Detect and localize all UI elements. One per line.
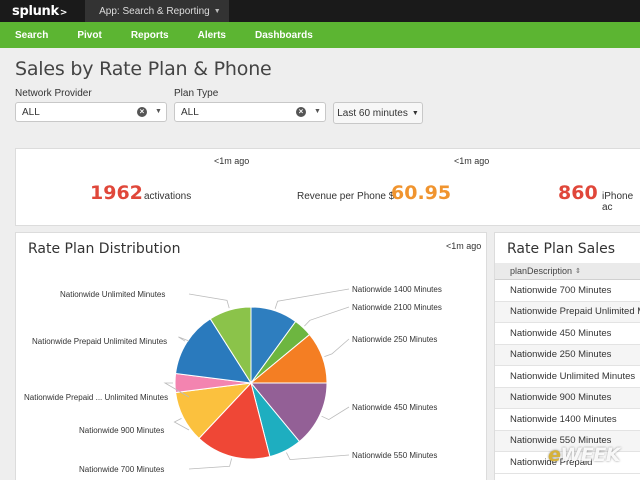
kpi-iphone-label: iPhone ac: [602, 191, 634, 213]
plan-type-label: Plan Type: [174, 88, 219, 99]
kpi-revenue-value[interactable]: 60.95: [391, 182, 451, 204]
network-provider-value: ALL: [22, 106, 40, 118]
kpi-activations-label: activations: [144, 191, 192, 202]
caret-down-icon: ▼: [314, 108, 321, 115]
caret-down-icon: ▼: [155, 108, 162, 115]
kpi-iphone-value[interactable]: 860: [558, 182, 598, 204]
table-row[interactable]: Nationwide 900 Minutes: [495, 387, 640, 409]
pie-label-prepaid-truncated: Nationwide Prepaid ... Unlimited Minutes: [24, 393, 169, 402]
watermark-text: WEEK: [560, 444, 621, 466]
splunk-logo[interactable]: splunk>: [0, 4, 79, 19]
table-row[interactable]: Nationwide 700 Minutes: [495, 280, 640, 302]
clear-icon[interactable]: ×: [296, 107, 306, 117]
kpi-activations-value[interactable]: 1962: [90, 182, 143, 204]
caret-down-icon: ▼: [411, 109, 419, 117]
nav-search[interactable]: Search: [15, 30, 48, 41]
distribution-panel: [15, 232, 487, 480]
clear-icon[interactable]: ×: [137, 107, 147, 117]
pie-label-450: Nationwide 450 Minutes: [352, 403, 438, 412]
plan-type-dropdown[interactable]: ALL × ▼: [174, 102, 326, 122]
caret-down-icon: ▼: [213, 7, 221, 15]
pie-label-700: Nationwide 700 Minutes: [79, 465, 165, 474]
watermark-e: e: [548, 444, 561, 466]
table-row[interactable]: Nationwide Prepaid Unlimited Mi: [495, 301, 640, 323]
app-menu[interactable]: App: Search & Reporting ▼: [85, 0, 229, 22]
time-range-picker[interactable]: Last 60 minutes ▼: [333, 102, 423, 124]
nav-reports[interactable]: Reports: [131, 30, 169, 41]
pie-label-550: Nationwide 550 Minutes: [352, 451, 438, 460]
plan-type-value: ALL: [181, 106, 199, 118]
pie-label-prepaid-unlimited: Nationwide Prepaid Unlimited Minutes: [32, 337, 168, 346]
sales-panel-title: Rate Plan Sales: [507, 241, 616, 257]
table-row[interactable]: Nationwide Unlimited Minutes: [495, 366, 640, 388]
pie-label-2100: Nationwide 2100 Minutes: [352, 303, 442, 312]
table-row[interactable]: Nationwide 1400 Minutes: [495, 409, 640, 431]
table-header-plan-description[interactable]: planDescription ⇕: [495, 263, 640, 280]
kpi-activations-timestamp: <1m ago: [214, 156, 250, 166]
logo-text: splunk: [12, 3, 59, 19]
table-row[interactable]: Nationwide 450 Minutes: [495, 323, 640, 345]
eweek-watermark: eWEEK: [548, 444, 621, 466]
network-provider-dropdown[interactable]: ALL × ▼: [15, 102, 167, 122]
pie-label-nationwide-unlimited: Nationwide Unlimited Minutes: [60, 290, 166, 299]
pie-label-900: Nationwide 900 Minutes: [79, 426, 165, 435]
column-header-label: planDescription: [510, 266, 573, 276]
distribution-timestamp: <1m ago: [446, 241, 482, 251]
kpi-revenue-timestamp: <1m ago: [454, 156, 490, 166]
nav-alerts[interactable]: Alerts: [198, 30, 226, 41]
sort-icon: ⇕: [575, 268, 581, 275]
app-nav-bar: Search Pivot Reports Alerts Dashboards: [0, 22, 640, 48]
table-row[interactable]: Nationwide 250 Minutes: [495, 344, 640, 366]
network-provider-label: Network Provider: [15, 88, 92, 99]
nav-pivot[interactable]: Pivot: [77, 30, 101, 41]
nav-dashboards[interactable]: Dashboards: [255, 30, 313, 41]
page-title: Sales by Rate Plan & Phone: [15, 58, 272, 80]
time-range-label: Last 60 minutes: [337, 107, 408, 119]
top-bar: splunk> App: Search & Reporting ▼: [0, 0, 640, 22]
pie-label-250: Nationwide 250 Minutes: [352, 335, 438, 344]
app-menu-label: App: Search & Reporting: [99, 5, 210, 17]
pie-label-1400: Nationwide 1400 Minutes: [352, 285, 442, 294]
logo-chevron: >: [59, 7, 68, 18]
distribution-panel-title: Rate Plan Distribution: [28, 241, 181, 257]
kpi-revenue-label: Revenue per Phone $: [297, 191, 395, 202]
